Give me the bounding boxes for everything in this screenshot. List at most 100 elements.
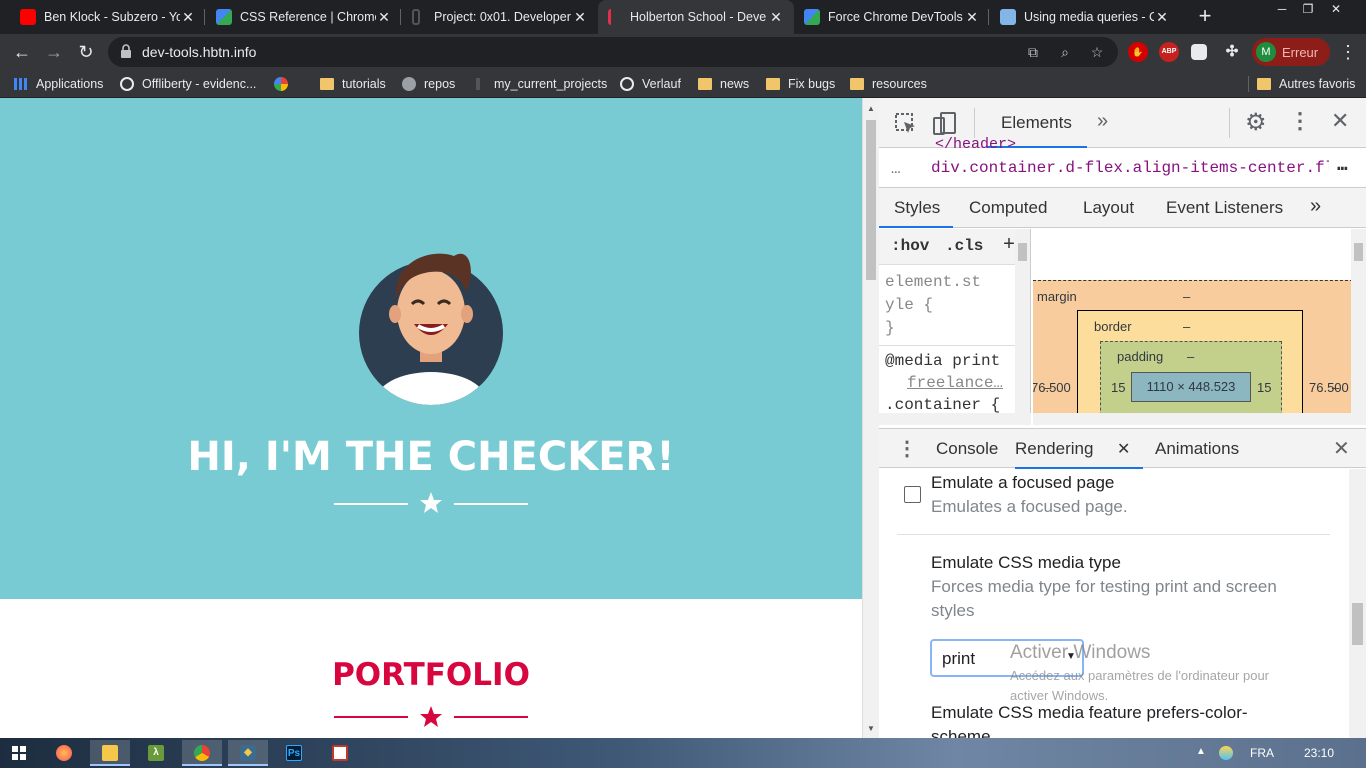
tab-css-reference[interactable]: CSS Reference | Chrome ✕ bbox=[206, 0, 402, 34]
tab-project-developer[interactable]: Project: 0x01. Developer ✕ bbox=[402, 0, 598, 34]
bookmark-label: Applications bbox=[36, 77, 104, 91]
tab-ben-klock[interactable]: Ben Klock - Subzero - Yo ✕ bbox=[10, 0, 206, 34]
bookmark-repos[interactable]: repos bbox=[402, 76, 455, 92]
clock[interactable]: 23:10 bbox=[1304, 746, 1334, 760]
taskbar-chrome[interactable] bbox=[182, 740, 222, 766]
horizontal-scrollbar[interactable] bbox=[1033, 413, 1366, 425]
tab-computed[interactable]: Computed bbox=[969, 198, 1047, 218]
more-options-icon[interactable]: ⋯ bbox=[1337, 158, 1348, 180]
address-bar[interactable]: dev-tools.hbtn.info ⧉ ⌕ ☆ bbox=[108, 37, 1118, 67]
taskbar-firefox[interactable] bbox=[44, 740, 84, 766]
close-tab-icon[interactable]: ✕ bbox=[1154, 9, 1170, 26]
tab-console[interactable]: Console bbox=[936, 439, 998, 459]
boxmodel-scrollbar[interactable] bbox=[1351, 229, 1366, 413]
breadcrumb-overflow-icon[interactable]: … bbox=[891, 160, 901, 178]
holberton-icon bbox=[476, 78, 480, 90]
notes-extension-icon[interactable] bbox=[1191, 44, 1207, 60]
more-tabs-chevron-icon[interactable]: » bbox=[1097, 110, 1108, 133]
zoom-icon[interactable]: ⌕ bbox=[1056, 43, 1074, 61]
media-print-rule[interactable]: @media print freelance… .container { bbox=[885, 350, 1011, 416]
scrollbar-thumb[interactable] bbox=[1018, 243, 1027, 261]
scrollbar-thumb[interactable] bbox=[866, 120, 876, 280]
tab-media-queries[interactable]: Using media queries - CS ✕ bbox=[990, 0, 1180, 34]
kebab-menu-icon[interactable]: ⋮ bbox=[1289, 108, 1311, 134]
close-tab-icon[interactable]: ✕ bbox=[376, 9, 392, 26]
browser-menu-icon[interactable]: ⋮ bbox=[1336, 40, 1360, 64]
tab-holberton-school[interactable]: Holberton School - Deve ✕ bbox=[598, 0, 794, 34]
bookmark-star-icon[interactable]: ☆ bbox=[1088, 43, 1106, 61]
tab-label: Styles bbox=[894, 198, 941, 217]
gear-icon[interactable]: ⚙ bbox=[1245, 108, 1267, 137]
adblock-plus-icon[interactable]: ABP bbox=[1159, 42, 1179, 62]
weather-icon[interactable] bbox=[1219, 746, 1233, 760]
tab-force-chrome-devtools[interactable]: Force Chrome DevTools ✕ bbox=[794, 0, 990, 34]
close-tab-icon[interactable]: ✕ bbox=[964, 9, 980, 26]
tab-event-listeners[interactable]: Event Listeners bbox=[1166, 198, 1283, 218]
content-box[interactable]: 1110 × 448.523 bbox=[1131, 372, 1251, 402]
reload-icon[interactable]: ↻ bbox=[74, 40, 98, 64]
forward-arrow-icon[interactable]: → bbox=[42, 40, 66, 64]
scrollbar-thumb[interactable] bbox=[1352, 603, 1363, 645]
taskbar-file-explorer[interactable] bbox=[90, 740, 130, 766]
bookmark-applications[interactable]: Applications bbox=[14, 76, 103, 92]
show-hidden-icons-chevron[interactable]: ▲ bbox=[1196, 746, 1206, 757]
margin-box[interactable]: margin – 76.500 76.500 border – – – padd… bbox=[1033, 280, 1353, 425]
back-arrow-icon[interactable]: ← bbox=[10, 40, 34, 64]
minimize-window-icon[interactable]: ─ bbox=[1268, 0, 1296, 18]
close-tab-icon[interactable]: ✕ bbox=[572, 9, 588, 26]
cls-toggle[interactable]: .cls bbox=[945, 237, 983, 255]
scrollbar-thumb[interactable] bbox=[1354, 243, 1363, 261]
tab-animations[interactable]: Animations bbox=[1155, 439, 1239, 459]
close-tab-icon[interactable]: ✕ bbox=[768, 9, 784, 26]
extensions-puzzle-icon[interactable]: ✣ bbox=[1222, 42, 1242, 62]
drawer-menu-icon[interactable]: ⋮ bbox=[897, 436, 917, 461]
bookmark-news[interactable]: news bbox=[698, 76, 749, 92]
folder-icon bbox=[1257, 78, 1271, 90]
restore-window-icon[interactable]: ❐ bbox=[1294, 0, 1322, 18]
bookmark-my-current-projects[interactable]: my_current_projects bbox=[476, 76, 607, 92]
bookmark-tutorials[interactable]: tutorials bbox=[320, 76, 386, 92]
close-drawer-icon[interactable]: ✕ bbox=[1333, 436, 1350, 461]
page-scrollbar[interactable]: ▲ ▼ bbox=[862, 98, 879, 738]
language-indicator[interactable]: FRA bbox=[1250, 746, 1274, 760]
scroll-up-arrow-icon[interactable]: ▲ bbox=[867, 104, 875, 113]
border-box[interactable]: border – – – padding – 15 15 1110 × 448.… bbox=[1044, 310, 1339, 425]
start-button[interactable] bbox=[0, 740, 40, 766]
more-tabs-chevron-icon[interactable]: » bbox=[1310, 195, 1321, 218]
focused-page-checkbox[interactable] bbox=[904, 486, 921, 503]
taskbar-photoshop[interactable]: Ps bbox=[274, 740, 314, 766]
translate-icon[interactable]: ⧉ bbox=[1024, 43, 1042, 61]
add-rule-icon[interactable]: + bbox=[1003, 234, 1015, 257]
stop-hand-extension-icon[interactable]: ✋ bbox=[1128, 42, 1148, 62]
bookmark-google[interactable] bbox=[274, 76, 296, 92]
taskbar-terminal[interactable]: λ bbox=[136, 740, 176, 766]
horizontal-scrollbar[interactable] bbox=[879, 413, 1031, 425]
element-style-rule[interactable]: element.st yle { } bbox=[885, 271, 981, 340]
close-tab-icon[interactable]: ✕ bbox=[1117, 439, 1130, 459]
hov-toggle[interactable]: :hov bbox=[891, 237, 929, 255]
bookmark-verlauf[interactable]: Verlauf bbox=[620, 76, 681, 92]
close-devtools-icon[interactable]: ✕ bbox=[1331, 108, 1349, 134]
tab-styles[interactable]: Styles bbox=[879, 188, 953, 228]
tab-rendering[interactable]: Rendering ✕ bbox=[1015, 429, 1143, 469]
dom-tree-fragment: </header> bbox=[935, 136, 1017, 148]
bookmark-fix-bugs[interactable]: Fix bugs bbox=[766, 76, 835, 92]
close-window-icon[interactable]: ✕ bbox=[1322, 0, 1350, 18]
taskbar-screenshot-tool[interactable] bbox=[320, 740, 360, 766]
inspect-element-icon[interactable] bbox=[895, 113, 917, 135]
bookmark-other-favorites[interactable]: Autres favoris bbox=[1248, 76, 1355, 92]
scroll-down-arrow-icon[interactable]: ▼ bbox=[867, 724, 875, 733]
close-tab-icon[interactable]: ✕ bbox=[180, 9, 196, 26]
bookmark-label: Offliberty - evidenc... bbox=[142, 77, 257, 91]
styles-scrollbar[interactable] bbox=[1015, 229, 1030, 413]
bookmark-resources[interactable]: resources bbox=[850, 76, 927, 92]
tab-layout[interactable]: Layout bbox=[1083, 198, 1134, 218]
bookmark-offliberty[interactable]: Offliberty - evidenc... bbox=[120, 76, 256, 92]
breadcrumb-item[interactable]: div.container.d-flex.align-items-center.… bbox=[931, 159, 1329, 177]
new-tab-button[interactable]: + bbox=[1194, 5, 1216, 28]
device-toolbar-icon[interactable] bbox=[933, 112, 957, 136]
profile-button[interactable]: M Erreur bbox=[1252, 38, 1330, 66]
stylesheet-link[interactable]: freelance… bbox=[885, 372, 1011, 394]
taskbar-git-app[interactable]: ◆ bbox=[228, 740, 268, 766]
rendering-scrollbar[interactable] bbox=[1349, 469, 1366, 738]
